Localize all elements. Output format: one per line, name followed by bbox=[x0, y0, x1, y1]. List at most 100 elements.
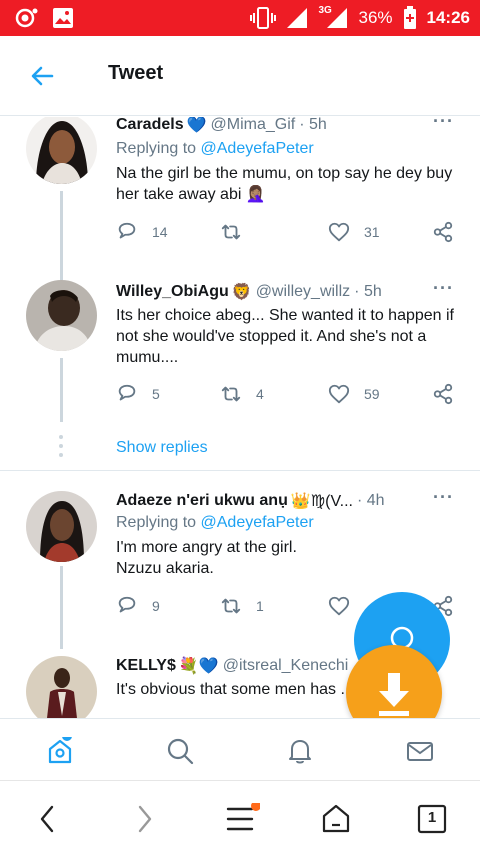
tweet-text-emoji: 🤦🏽‍♀️ bbox=[245, 186, 266, 203]
reply-icon bbox=[118, 222, 136, 239]
reply-button[interactable]: 9 bbox=[116, 595, 160, 617]
retweet-icon bbox=[221, 598, 241, 614]
replying-to-label: Replying to bbox=[116, 140, 197, 157]
reply-icon bbox=[118, 384, 136, 401]
display-name[interactable]: Willey_ObiAgu bbox=[116, 283, 229, 301]
heart-icon bbox=[328, 384, 350, 404]
browser-back-button[interactable] bbox=[32, 803, 64, 835]
tweet-text-content: Na the girl be the mumu, on top say he d… bbox=[116, 165, 453, 203]
name-emoji: 🦁 bbox=[231, 284, 252, 301]
menu-icon bbox=[226, 801, 261, 831]
avatar[interactable] bbox=[26, 117, 97, 184]
signal-icon bbox=[287, 8, 308, 28]
record-notification-icon bbox=[15, 8, 38, 28]
notifications-icon bbox=[289, 740, 311, 764]
reply-icon bbox=[118, 596, 136, 613]
reply-tweet[interactable]: Willey_ObiAgu 🦁 @willey_willz · 5h ··· I… bbox=[0, 275, 480, 470]
share-button[interactable] bbox=[432, 221, 454, 243]
vibrate-icon bbox=[250, 7, 277, 29]
browser-forward-button[interactable] bbox=[128, 803, 160, 835]
header: Tweet bbox=[0, 36, 480, 116]
like-button[interactable]: 59 bbox=[328, 383, 380, 405]
replying-to-link[interactable]: @AdeyefaPeter bbox=[201, 514, 314, 531]
replying-to-link[interactable]: @AdeyefaPeter bbox=[201, 140, 314, 157]
avatar[interactable] bbox=[26, 491, 97, 562]
reply-button[interactable]: 5 bbox=[116, 383, 160, 405]
share-button[interactable] bbox=[432, 383, 454, 405]
tweet-text: It's obvious that some men has ... for o… bbox=[116, 681, 356, 698]
chevron-right-icon bbox=[138, 805, 152, 833]
tab-messages[interactable] bbox=[406, 737, 434, 765]
name-emoji: 👑♍(V... bbox=[290, 493, 353, 510]
battery-icon bbox=[403, 6, 416, 29]
timestamp: · 5h bbox=[299, 117, 327, 133]
retweet-button[interactable]: 4 bbox=[220, 383, 264, 405]
timestamp: · 4h bbox=[356, 492, 385, 509]
status-bar: 3G 36% 14:26 bbox=[0, 0, 480, 36]
show-replies-link[interactable]: Show replies bbox=[116, 439, 208, 457]
network-type: 3G bbox=[318, 5, 332, 16]
retweet-count: 4 bbox=[256, 386, 264, 402]
tab-count: 1 bbox=[427, 809, 437, 826]
retweet-count: 1 bbox=[256, 598, 264, 614]
bottom-tab-bar bbox=[0, 718, 480, 780]
replying-to: Replying to @AdeyefaPeter bbox=[116, 514, 314, 532]
browser-tabs-button[interactable]: 1 bbox=[416, 803, 448, 835]
name-emoji: 💐💙 bbox=[178, 658, 219, 675]
tweet-actions: 14 31 bbox=[116, 221, 456, 245]
reply-tweet[interactable]: Caradels 💙 @Mima_Gif · 5h ··· Replying t… bbox=[0, 117, 480, 277]
tweet-text: I'm more angry at the girl. Nzuzu akaria… bbox=[116, 537, 456, 579]
tab-notifications[interactable] bbox=[286, 737, 314, 765]
reply-button[interactable]: 14 bbox=[116, 221, 168, 243]
tweet-header: Caradels 💙 @Mima_Gif · 5h bbox=[116, 117, 458, 135]
handle[interactable]: @itsreal_Kenechi bbox=[223, 657, 349, 675]
avatar[interactable] bbox=[26, 656, 97, 718]
tweet-header: Willey_ObiAgu 🦁 @willey_willz · 5h bbox=[116, 282, 458, 302]
more-options-icon[interactable]: ··· bbox=[433, 117, 454, 132]
tab-home[interactable] bbox=[46, 731, 74, 765]
tweet-text: Na the girl be the mumu, on top say he d… bbox=[116, 163, 456, 205]
back-arrow-icon[interactable] bbox=[28, 62, 56, 90]
like-count: 31 bbox=[364, 224, 380, 240]
share-icon bbox=[433, 221, 453, 243]
more-options-icon[interactable]: ··· bbox=[433, 487, 454, 508]
display-name[interactable]: Adaeze n'eri ukwu anụ bbox=[116, 492, 288, 510]
thread-line bbox=[60, 191, 63, 277]
thread-line bbox=[60, 637, 63, 649]
timestamp: · 5h bbox=[354, 283, 382, 300]
like-count: 59 bbox=[364, 386, 380, 402]
handle[interactable]: @Mima_Gif bbox=[211, 117, 296, 134]
handle[interactable]: @willey_willz bbox=[256, 283, 350, 301]
battery-percent: 36% bbox=[358, 8, 393, 27]
thread-line bbox=[60, 358, 63, 422]
like-button[interactable] bbox=[328, 595, 350, 617]
replying-to: Replying to @AdeyefaPeter bbox=[116, 140, 314, 158]
tab-search[interactable] bbox=[166, 737, 194, 765]
tweet-text-line: I'm more angry at the girl. bbox=[116, 539, 297, 556]
clock: 14:26 bbox=[426, 8, 470, 27]
retweet-icon bbox=[221, 224, 241, 240]
reply-count: 14 bbox=[152, 224, 168, 240]
retweet-icon bbox=[221, 386, 241, 402]
thread-line bbox=[60, 566, 63, 637]
gallery-notification-icon bbox=[53, 8, 73, 28]
share-icon bbox=[433, 383, 453, 405]
retweet-button[interactable]: 1 bbox=[220, 595, 264, 617]
reply-count: 5 bbox=[152, 386, 160, 402]
avatar[interactable] bbox=[26, 280, 97, 351]
thread-dots bbox=[59, 435, 63, 465]
tweet-text: Its her choice abeg... She wanted it to … bbox=[116, 307, 454, 366]
browser-menu-button[interactable] bbox=[224, 801, 261, 835]
like-button[interactable]: 31 bbox=[328, 221, 380, 243]
tweet-header: Adaeze n'eri ukwu anụ 👑♍(V... · 4h bbox=[116, 491, 458, 511]
search-icon bbox=[167, 738, 194, 765]
reply-count: 9 bbox=[152, 598, 160, 614]
data-signal-icon: 3G bbox=[318, 5, 348, 29]
more-options-icon[interactable]: ··· bbox=[433, 278, 454, 299]
display-name[interactable]: KELLY$ bbox=[116, 657, 176, 675]
messages-icon bbox=[407, 742, 433, 761]
page-title: Tweet bbox=[108, 62, 164, 84]
display-name[interactable]: Caradels bbox=[116, 117, 184, 134]
browser-home-button[interactable] bbox=[320, 803, 352, 835]
retweet-button[interactable] bbox=[220, 221, 256, 243]
